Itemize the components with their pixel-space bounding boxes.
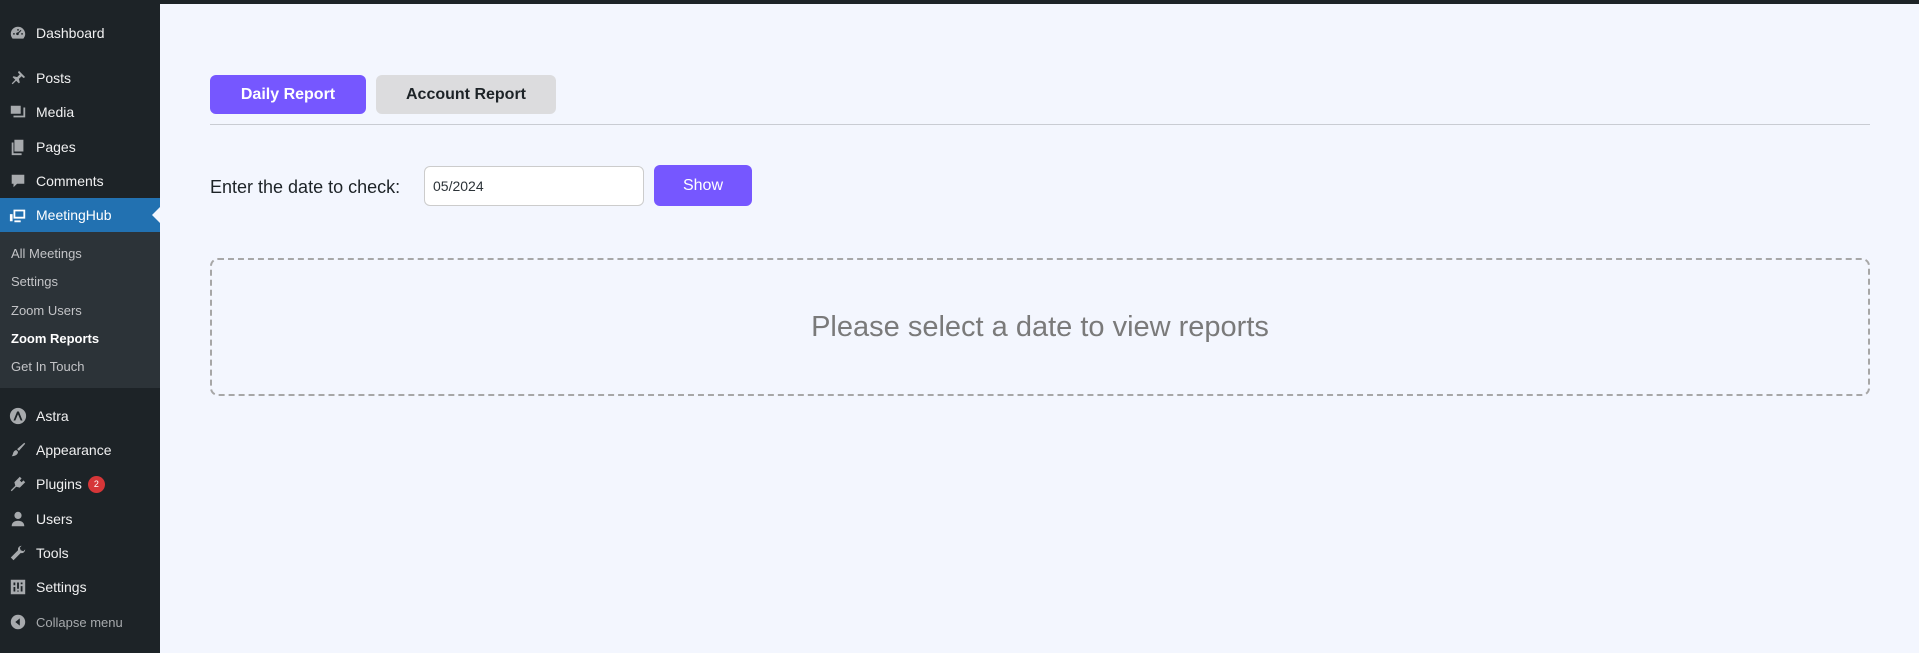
- menu-item-comments[interactable]: Comments: [0, 164, 160, 198]
- menu-label-media: Media: [36, 104, 75, 120]
- plugin-icon: [8, 474, 28, 494]
- admin-sidebar: Dashboard Posts Media Pages Comments Mee…: [0, 0, 160, 653]
- menu-item-media[interactable]: Media: [0, 95, 160, 129]
- meetinghub-submenu: All Meetings Settings Zoom Users Zoom Re…: [0, 232, 160, 388]
- comment-icon: [8, 171, 28, 191]
- menu-item-tools[interactable]: Tools: [0, 536, 160, 570]
- wrench-icon: [8, 543, 28, 563]
- menu-label-posts: Posts: [36, 70, 72, 86]
- collapse-arrow-icon: [8, 612, 28, 632]
- pushpin-icon: [8, 68, 28, 88]
- date-input[interactable]: [424, 166, 644, 206]
- user-icon: [8, 509, 28, 529]
- menu-label-dashboard: Dashboard: [36, 25, 105, 41]
- menu-label-users: Users: [36, 511, 73, 527]
- menu-item-settings[interactable]: Settings: [0, 570, 160, 604]
- menu-label-meetinghub: MeetingHub: [36, 207, 112, 223]
- menu-item-astra[interactable]: Astra: [0, 399, 160, 433]
- plugins-update-badge: 2: [87, 475, 105, 493]
- active-menu-arrow: [152, 207, 160, 223]
- menu-item-posts[interactable]: Posts: [0, 61, 160, 95]
- submenu-get-in-touch[interactable]: Get In Touch: [11, 359, 84, 374]
- settings-sliders-icon: [8, 577, 28, 597]
- menu-label-astra: Astra: [36, 408, 69, 424]
- collapse-menu-button[interactable]: Collapse menu: [0, 605, 160, 639]
- menu-label-tools: Tools: [36, 545, 69, 561]
- menu-item-users[interactable]: Users: [0, 502, 160, 536]
- tab-divider: [210, 124, 1870, 125]
- menu-item-pages[interactable]: Pages: [0, 130, 160, 164]
- menu-label-pages: Pages: [36, 139, 76, 155]
- submenu-zoom-users[interactable]: Zoom Users: [11, 303, 82, 318]
- menu-item-dashboard[interactable]: Dashboard: [0, 16, 160, 50]
- media-icon: [8, 102, 28, 122]
- menu-label-plugins: Plugins: [36, 476, 82, 492]
- menu-item-plugins[interactable]: Plugins 2: [0, 467, 160, 501]
- meeting-icon: [8, 205, 28, 225]
- menu-label-settings: Settings: [36, 579, 87, 595]
- show-button[interactable]: Show: [654, 165, 752, 206]
- pages-icon: [8, 137, 28, 157]
- report-placeholder-box: Please select a date to view reports: [210, 258, 1870, 396]
- submenu-all-meetings[interactable]: All Meetings: [11, 246, 82, 261]
- submenu-settings[interactable]: Settings: [11, 274, 58, 289]
- astra-icon: [8, 406, 28, 426]
- menu-item-appearance[interactable]: Appearance: [0, 433, 160, 467]
- dashboard-icon: [8, 23, 28, 43]
- menu-label-comments: Comments: [36, 173, 104, 189]
- menu-item-meetinghub[interactable]: MeetingHub: [0, 198, 160, 232]
- date-field-label: Enter the date to check:: [210, 177, 401, 197]
- zoom-reports-page: Daily Report Account Report Enter the da…: [160, 4, 1919, 653]
- report-placeholder-text: Please select a date to view reports: [811, 310, 1269, 343]
- menu-label-appearance: Appearance: [36, 442, 112, 458]
- collapse-menu-label: Collapse menu: [36, 614, 123, 630]
- paintbrush-icon: [8, 440, 28, 460]
- tab-account-report[interactable]: Account Report: [376, 75, 556, 114]
- submenu-zoom-reports[interactable]: Zoom Reports: [11, 331, 99, 346]
- tab-daily-report[interactable]: Daily Report: [210, 75, 366, 114]
